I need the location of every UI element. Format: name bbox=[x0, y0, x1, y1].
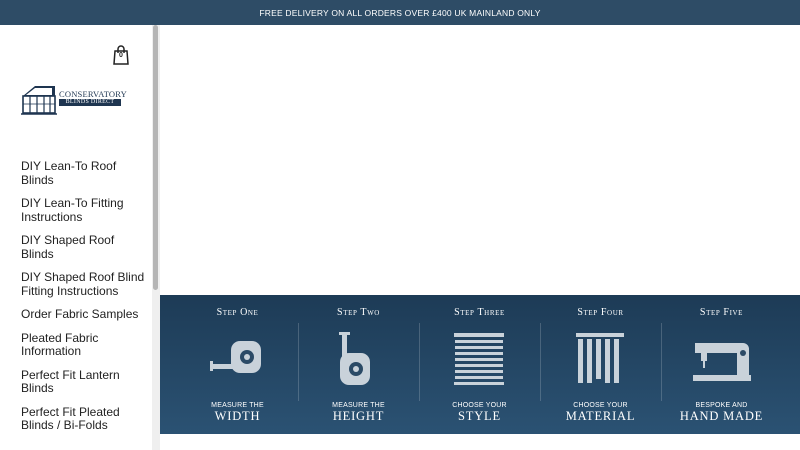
step-caption-small: BESPOKE AND bbox=[695, 402, 748, 409]
step-caption-large: MATERIAL bbox=[565, 409, 636, 423]
main-content bbox=[160, 25, 800, 295]
step-caption-small: MEASURE THE bbox=[211, 402, 264, 409]
step-caption-large: WIDTH bbox=[214, 409, 261, 423]
nav-item-perfect-fit-lantern-blinds[interactable]: Perfect Fit Lantern Blinds bbox=[21, 368, 149, 396]
vertical-blind-icon bbox=[576, 333, 624, 383]
step-title: Step Four bbox=[577, 307, 624, 318]
nav-item-diy-lean-to-fitting-instructions[interactable]: DIY Lean-To Fitting Instructions bbox=[21, 196, 149, 224]
step-one: Step One MEASURE THE WIDTH bbox=[177, 295, 298, 434]
step-three: Step Three CHOOSE YOUR STYLE bbox=[419, 295, 540, 434]
cart-button[interactable]: 0 bbox=[112, 45, 130, 65]
step-caption-small: CHOOSE YOUR bbox=[573, 402, 628, 409]
conservatory-logo-icon bbox=[21, 86, 57, 115]
steps-banner: Step One MEASURE THE WIDTH Step Two MEAS… bbox=[160, 295, 800, 434]
step-caption-small: MEASURE THE bbox=[332, 402, 385, 409]
nav-item-diy-lean-to-roof-blinds[interactable]: DIY Lean-To Roof Blinds bbox=[21, 159, 149, 187]
step-caption-large: HEIGHT bbox=[332, 409, 385, 423]
announcement-bar: FREE DELIVERY ON ALL ORDERS OVER £400 UK… bbox=[0, 0, 800, 25]
step-title: Step Two bbox=[337, 307, 380, 318]
step-caption-large: HAND MADE bbox=[679, 409, 764, 423]
logo-line1: CONSERVATORY bbox=[59, 89, 128, 99]
sidebar-scrollbar[interactable] bbox=[152, 25, 160, 450]
tape-measure-icon bbox=[210, 341, 261, 373]
sidebar: 0 CONSERVATORY BLINDS DIRECT DIY Lean-To… bbox=[0, 25, 152, 450]
step-five: Step Five BESPOKE AND HAND MADE bbox=[661, 295, 782, 434]
step-caption-large: STYLE bbox=[458, 409, 501, 423]
nav-item-perfect-fit-pleated-blinds[interactable]: Perfect Fit Pleated Blinds / Bi-Folds bbox=[21, 405, 149, 433]
cart-count: 0 bbox=[119, 52, 123, 59]
step-four: Step Four CHOOSE YOUR MATERIAL bbox=[540, 295, 661, 434]
step-title: Step One bbox=[216, 307, 259, 318]
nav-item-order-fabric-samples[interactable]: Order Fabric Samples bbox=[21, 307, 149, 322]
nav-item-diy-shaped-roof-blinds[interactable]: DIY Shaped Roof Blinds bbox=[21, 233, 149, 261]
nav-item-pleated-fabric-information[interactable]: Pleated Fabric Information bbox=[21, 331, 149, 359]
logo-line2: BLINDS DIRECT bbox=[65, 99, 115, 105]
announcement-text: FREE DELIVERY ON ALL ORDERS OVER £400 UK… bbox=[259, 7, 541, 18]
nav-item-diy-shaped-roof-fitting[interactable]: DIY Shaped Roof Blind Fitting Instructio… bbox=[21, 270, 149, 298]
site-logo[interactable]: CONSERVATORY BLINDS DIRECT bbox=[21, 82, 133, 116]
step-title: Step Five bbox=[699, 307, 744, 318]
step-caption-small: CHOOSE YOUR bbox=[452, 402, 507, 409]
step-title: Step Three bbox=[454, 307, 505, 318]
tape-measure-vertical-icon bbox=[339, 332, 370, 385]
step-two: Step Two MEASURE THE HEIGHT bbox=[298, 295, 419, 434]
sidebar-nav: DIY Lean-To Roof Blinds DIY Lean-To Fitt… bbox=[21, 159, 149, 443]
venetian-blind-icon bbox=[454, 333, 504, 385]
scrollbar-thumb[interactable] bbox=[153, 25, 158, 290]
sewing-machine-icon bbox=[693, 343, 751, 381]
